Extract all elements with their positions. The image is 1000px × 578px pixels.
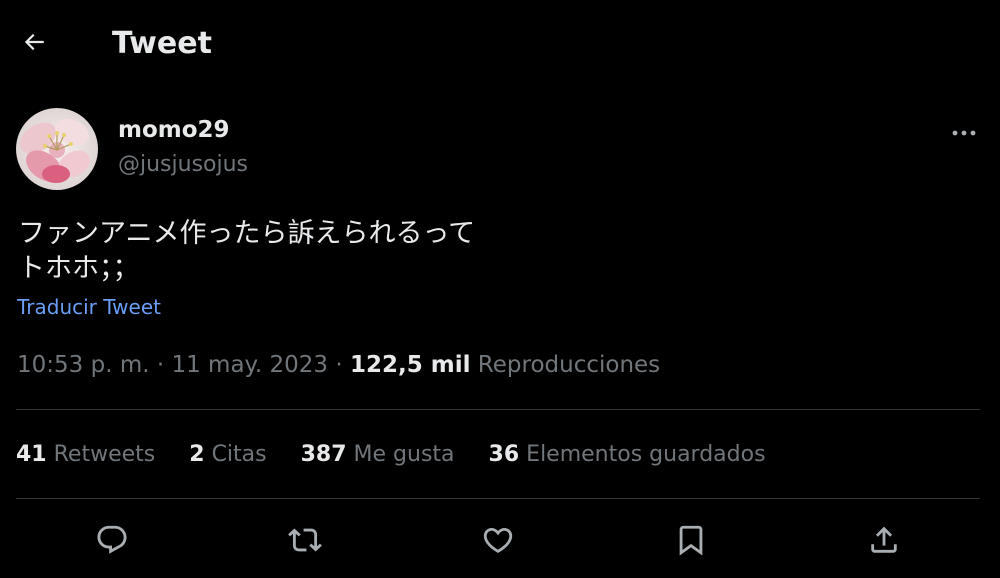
stat-label: Me gusta <box>353 442 455 467</box>
stat-count: 2 <box>189 442 205 467</box>
more-options-button[interactable] <box>944 116 984 146</box>
tweet-meta: 10:53 p. m. · 11 may. 2023 · 122,5 mil R… <box>17 348 660 382</box>
stat-label: Citas <box>211 442 267 467</box>
views-label: Reproducciones <box>477 352 661 378</box>
divider <box>16 409 980 410</box>
stat-count: 41 <box>16 442 47 467</box>
meta-separator: · <box>156 352 165 378</box>
bookmark-icon <box>674 523 708 557</box>
pink-blossom-avatar <box>16 108 98 190</box>
stat-bookmarks[interactable]: 36 Elementos guardados <box>489 438 766 472</box>
back-button[interactable] <box>14 24 54 64</box>
stat-quotes[interactable]: 2 Citas <box>189 438 266 472</box>
tweet-date[interactable]: 11 may. 2023 <box>171 352 328 378</box>
page-title: Tweet <box>112 26 212 61</box>
arrow-left-icon <box>21 29 47 59</box>
share-icon <box>867 523 901 557</box>
translate-tweet-link[interactable]: Traducir Tweet <box>17 292 161 322</box>
bookmark-button[interactable] <box>669 518 713 562</box>
share-button[interactable] <box>862 518 906 562</box>
stat-count: 36 <box>488 442 520 467</box>
stat-count: 387 <box>300 442 347 467</box>
tweet-text: ファンアニメ作ったら訴えられるって トホホ；； <box>18 218 476 284</box>
author-handle[interactable]: @jusjusojus <box>118 150 248 180</box>
reply-button[interactable] <box>90 518 134 562</box>
like-icon <box>481 523 515 557</box>
like-button[interactable] <box>476 518 520 562</box>
reply-icon <box>95 523 129 557</box>
more-horizontal-icon <box>951 122 977 141</box>
views-count: 122,5 mil <box>349 352 471 378</box>
tweet-stats: 41 Retweets 2 Citas 387 Me gusta 36 Elem… <box>16 438 800 472</box>
tweet-time[interactable]: 10:53 p. m. <box>17 352 150 378</box>
avatar[interactable] <box>16 108 98 190</box>
author-name[interactable]: momo29 <box>118 115 230 145</box>
meta-separator: · <box>335 352 343 378</box>
stat-likes[interactable]: 387 Me gusta <box>301 438 455 472</box>
stat-label: Retweets <box>53 442 156 467</box>
stat-label: Elementos guardados <box>526 442 766 467</box>
retweet-icon <box>288 523 322 557</box>
top-bar: Tweet <box>0 0 1000 88</box>
stat-retweets[interactable]: 41 Retweets <box>16 438 155 472</box>
retweet-button[interactable] <box>283 518 327 562</box>
divider <box>16 498 980 499</box>
